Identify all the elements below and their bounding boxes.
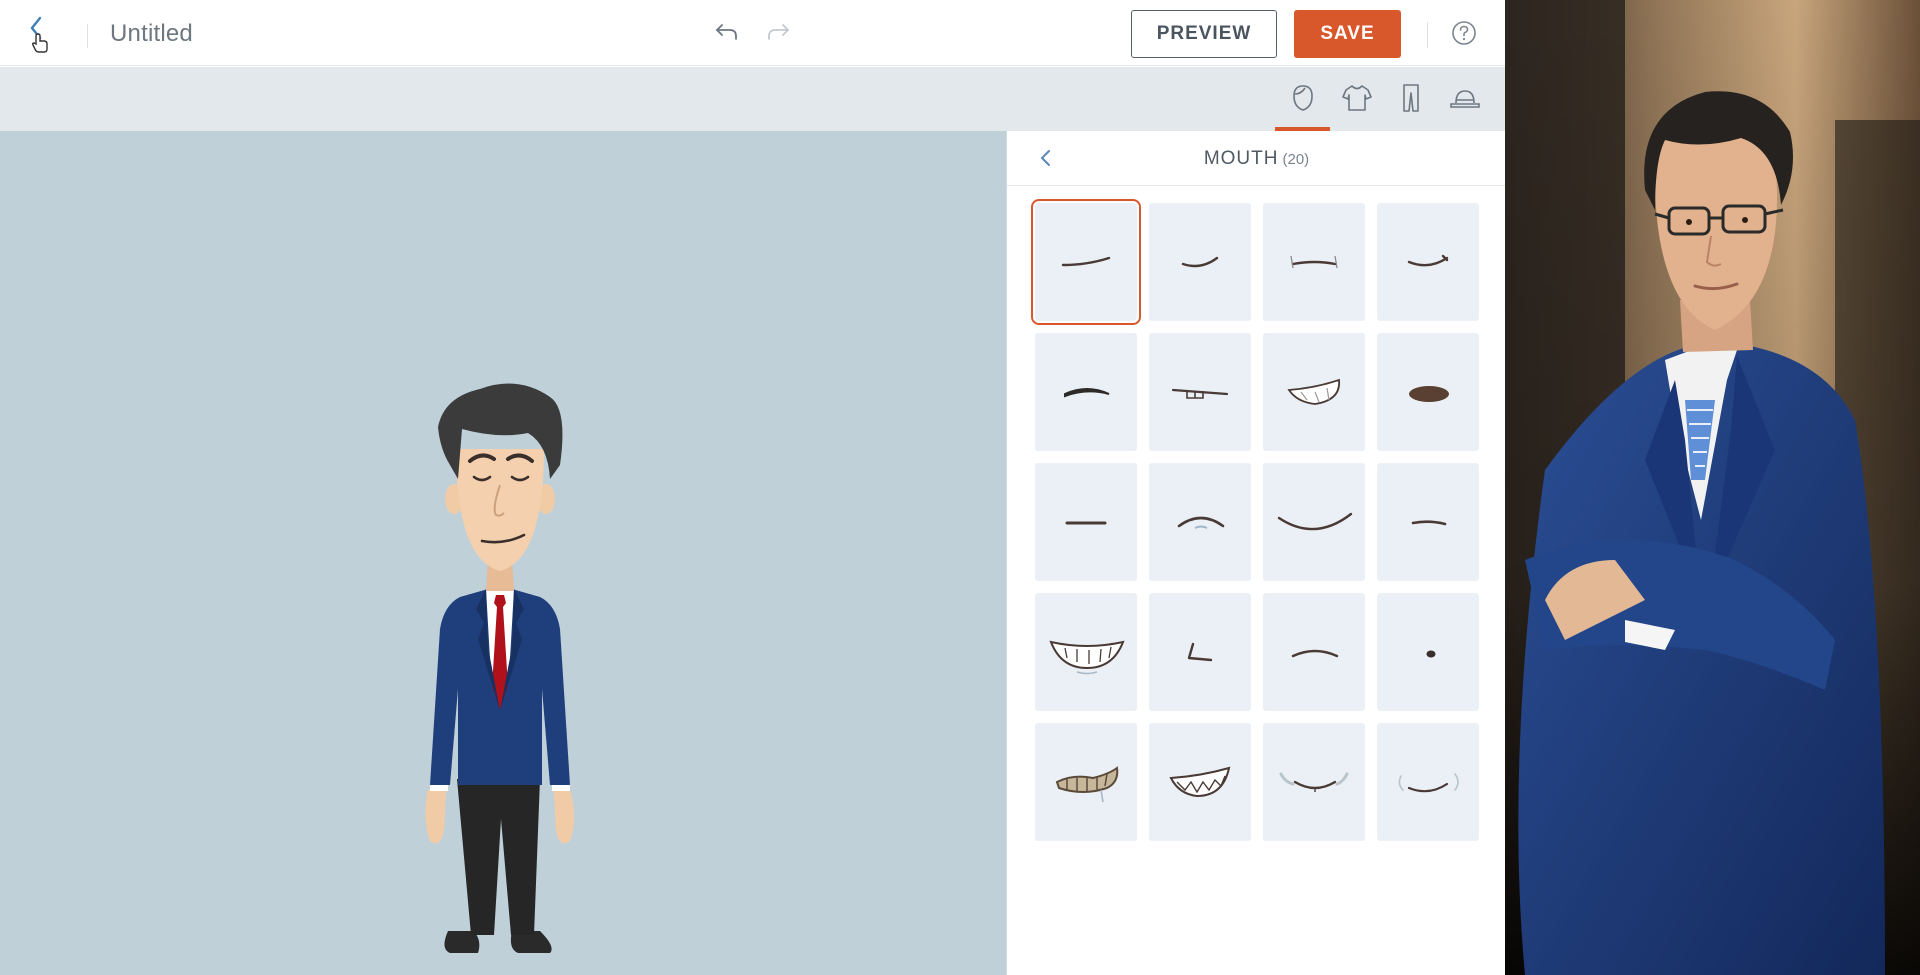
undo-button[interactable] [713, 19, 743, 45]
mouth-icon [1177, 516, 1225, 529]
mouth-option-1[interactable] [1031, 199, 1141, 325]
mouth-panel: MOUTH (20) [1006, 131, 1506, 975]
help-icon [1452, 21, 1476, 45]
redo-button[interactable] [762, 19, 792, 45]
mouth-icon [1411, 520, 1447, 526]
tab-pants[interactable] [1394, 81, 1428, 115]
mouth-icon [1287, 378, 1340, 405]
mouth-option-9[interactable] [1035, 463, 1137, 581]
redo-icon [768, 24, 790, 40]
undo-icon [715, 24, 737, 40]
help-button[interactable] [1451, 20, 1477, 46]
mouth-icon [1171, 388, 1229, 399]
category-toolbar [0, 67, 1505, 131]
tab-face[interactable] [1286, 81, 1320, 115]
pants-icon [1403, 84, 1419, 112]
mouth-icon [1291, 649, 1339, 658]
mouth-option-6[interactable] [1149, 333, 1251, 451]
mouth-icon [1279, 772, 1349, 792]
face-icon [1293, 85, 1313, 111]
mouth-options-grid [1031, 199, 1485, 841]
mouth-option-13[interactable] [1035, 593, 1137, 711]
mouth-option-4[interactable] [1377, 203, 1479, 321]
divider [1427, 22, 1428, 48]
mouth-option-16[interactable] [1377, 593, 1479, 711]
mouth-icon [1409, 386, 1449, 402]
panel-item-count: (20) [1282, 151, 1310, 168]
mouth-icon [1055, 766, 1119, 803]
back-chevron-icon [30, 16, 48, 53]
mouth-icon [1181, 256, 1219, 268]
mouth-icon [1187, 642, 1213, 662]
mouth-option-17[interactable] [1035, 723, 1137, 841]
mouth-option-19[interactable] [1263, 723, 1365, 841]
character-editor: Untitled PREVIEW SAVE MOUTH (20) [0, 0, 1506, 975]
mouth-option-14[interactable] [1149, 593, 1251, 711]
save-button[interactable]: SAVE [1294, 10, 1401, 58]
preview-button[interactable]: PREVIEW [1131, 10, 1277, 58]
mouth-icon [1065, 521, 1107, 525]
mouth-option-3[interactable] [1263, 203, 1365, 321]
mouth-icon [1169, 766, 1231, 798]
divider [87, 24, 88, 48]
tab-shirt[interactable] [1340, 81, 1374, 115]
mouth-option-12[interactable] [1377, 463, 1479, 581]
mouth-icon [1061, 256, 1111, 267]
mouth-icon [1049, 640, 1125, 675]
mouth-option-8[interactable] [1377, 333, 1479, 451]
mouth-option-10[interactable] [1149, 463, 1251, 581]
panel-title: MOUTH (20) [1007, 148, 1506, 170]
panel-title-text: MOUTH [1203, 148, 1279, 169]
document-title[interactable]: Untitled [110, 20, 193, 48]
mouth-icon [1290, 255, 1338, 269]
cartoon-character[interactable] [400, 259, 600, 959]
mouth-option-15[interactable] [1263, 593, 1365, 711]
mouth-option-20[interactable] [1377, 723, 1479, 841]
mouth-icon [1426, 650, 1436, 658]
tab-hat[interactable] [1448, 81, 1482, 115]
presenter-photo [1505, 0, 1920, 975]
character-canvas[interactable] [0, 131, 1006, 975]
mouth-icon [1398, 773, 1459, 793]
mouth-option-2[interactable] [1149, 203, 1251, 321]
presenter-photo-image [1505, 0, 1920, 975]
mouth-icon [1064, 388, 1110, 398]
hat-icon [1450, 90, 1480, 108]
shirt-icon [1342, 85, 1372, 111]
mouth-option-7[interactable] [1263, 333, 1365, 451]
mouth-option-18[interactable] [1149, 723, 1251, 841]
mouth-icon [1407, 254, 1449, 267]
mouth-option-11[interactable] [1263, 463, 1365, 581]
mouth-option-5[interactable] [1035, 333, 1137, 451]
mouth-icon [1277, 512, 1353, 531]
back-button[interactable] [26, 14, 60, 54]
panel-header: MOUTH (20) [1007, 131, 1506, 186]
top-bar: Untitled PREVIEW SAVE [0, 0, 1505, 66]
